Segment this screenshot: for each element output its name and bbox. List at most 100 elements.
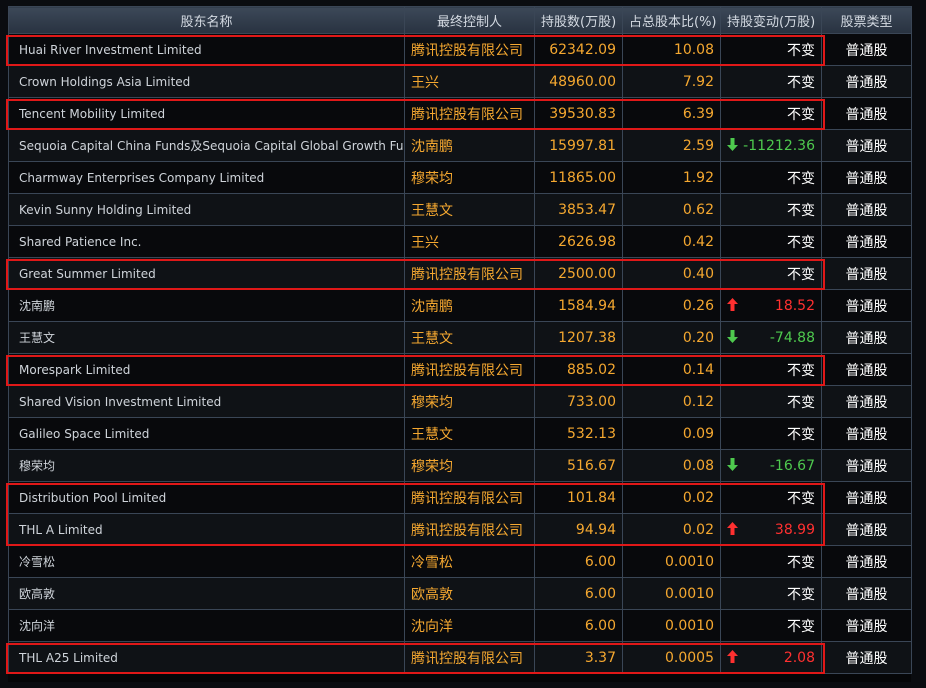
ultimate-controller: 穆荣均 [404, 449, 535, 482]
table-row[interactable]: Crown Holdings Asia Limited 王兴 48960.00 7.9… [8, 65, 912, 98]
shares-held: 2500.00 [534, 257, 623, 290]
share-change-cell: 38.99 [720, 513, 822, 546]
share-change: 不变 [787, 554, 815, 571]
share-change: 不变 [787, 234, 815, 251]
shareholder-name: 欧高敦 [8, 577, 405, 610]
ultimate-controller: 沈向洋 [404, 609, 535, 642]
shareholder-name: Kevin Sunny Holding Limited [8, 193, 405, 226]
ultimate-controller: 腾讯控股有限公司 [404, 353, 535, 386]
share-change: 不变 [787, 490, 815, 507]
share-change-cell: 不变 [720, 609, 822, 642]
table-row[interactable]: THL A Limited 腾讯控股有限公司 94.94 0.02 38.99 普通股 [8, 513, 912, 546]
share-type: 普通股 [821, 353, 912, 386]
table-row[interactable]: Huai River Investment Limited 腾讯控股有限公司 623… [8, 33, 912, 66]
shareholder-name: 沈南鹏 [8, 289, 405, 322]
table-row[interactable]: 沈南鹏 沈南鹏 1584.94 0.26 18.52 普通股 [8, 289, 912, 322]
share-ratio: 0.26 [622, 289, 721, 322]
share-type: 普通股 [821, 513, 912, 546]
shares-held: 516.67 [534, 449, 623, 482]
table-row[interactable]: Charmway Enterprises Company Limited 穆荣均 1… [8, 161, 912, 194]
share-ratio: 10.08 [622, 33, 721, 66]
shareholder-name: THL A25 Limited [8, 641, 405, 674]
table-row[interactable]: 王慧文 王慧文 1207.38 0.20 -74.88 普通股 [8, 321, 912, 354]
share-change: -11212.36 [743, 137, 815, 154]
shareholder-table: 股东名称 最终控制人 持股数(万股) 占总股本比(%) 持股变动(万股) 股票类… [8, 6, 912, 674]
arrow-down-icon [727, 330, 738, 344]
shareholder-name: Galileo Space Limited [8, 417, 405, 450]
table-row[interactable]: Galileo Space Limited 王慧文 532.13 0.09 不变 普通股 [8, 417, 912, 450]
table-row[interactable]: 穆荣均 穆荣均 516.67 0.08 -16.67 普通股 [8, 449, 912, 482]
share-change: 18.52 [774, 297, 815, 314]
ultimate-controller: 王慧文 [404, 193, 535, 226]
table-row[interactable]: 欧高敦 欧高敦 6.00 0.0010 不变 普通股 [8, 577, 912, 610]
table-row[interactable]: THL A25 Limited 腾讯控股有限公司 3.37 0.0005 2.08 普通股 [8, 641, 912, 674]
shareholder-name: Tencent Mobility Limited [8, 97, 405, 130]
shares-held: 532.13 [534, 417, 623, 450]
share-ratio: 0.42 [622, 225, 721, 258]
share-ratio: 1.92 [622, 161, 721, 194]
table-row[interactable]: 沈向洋 沈向洋 6.00 0.0010 不变 普通股 [8, 609, 912, 642]
shares-held: 885.02 [534, 353, 623, 386]
share-type: 普通股 [821, 545, 912, 578]
share-type: 普通股 [821, 609, 912, 642]
header-share-type[interactable]: 股票类型 [821, 6, 912, 34]
share-type: 普通股 [821, 33, 912, 66]
share-change: 不变 [787, 426, 815, 443]
ultimate-controller: 腾讯控股有限公司 [404, 257, 535, 290]
arrow-down-icon [727, 458, 738, 472]
share-ratio: 0.0010 [622, 545, 721, 578]
share-change: 不变 [787, 202, 815, 219]
shareholder-name: Shared Patience Inc. [8, 225, 405, 258]
ultimate-controller: 沈南鹏 [404, 129, 535, 162]
shareholder-name: 冷雪松 [8, 545, 405, 578]
header-share-change[interactable]: 持股变动(万股) [720, 6, 822, 34]
share-change: 2.08 [783, 649, 815, 666]
shares-held: 62342.09 [534, 33, 623, 66]
header-shareholder-name[interactable]: 股东名称 [8, 6, 405, 34]
share-change-cell: -16.67 [720, 449, 822, 482]
share-change-cell: 2.08 [720, 641, 822, 674]
table-row[interactable]: Tencent Mobility Limited 腾讯控股有限公司 39530.83… [8, 97, 912, 130]
table-row[interactable]: 冷雪松 冷雪松 6.00 0.0010 不变 普通股 [8, 545, 912, 578]
table-row[interactable]: Shared Vision Investment Limited 穆荣均 733.0… [8, 385, 912, 418]
shareholder-name: Morespark Limited [8, 353, 405, 386]
table-row[interactable]: Morespark Limited 腾讯控股有限公司 885.02 0.14 不变 普通股 [8, 353, 912, 386]
share-type: 普通股 [821, 161, 912, 194]
header-shares-held[interactable]: 持股数(万股) [534, 6, 623, 34]
ultimate-controller: 腾讯控股有限公司 [404, 641, 535, 674]
table-row[interactable]: Distribution Pool Limited 腾讯控股有限公司 101.84 0… [8, 481, 912, 514]
shares-held: 39530.83 [534, 97, 623, 130]
share-ratio: 0.14 [622, 353, 721, 386]
share-ratio: 0.0010 [622, 609, 721, 642]
share-ratio: 0.62 [622, 193, 721, 226]
shares-held: 6.00 [534, 609, 623, 642]
table-row[interactable]: Kevin Sunny Holding Limited 王慧文 3853.47 0.6… [8, 193, 912, 226]
shareholder-name: Crown Holdings Asia Limited [8, 65, 405, 98]
ultimate-controller: 腾讯控股有限公司 [404, 33, 535, 66]
share-change: 38.99 [774, 521, 815, 538]
shares-held: 733.00 [534, 385, 623, 418]
share-ratio: 0.20 [622, 321, 721, 354]
share-change-cell: 不变 [720, 577, 822, 610]
shareholder-name: Charmway Enterprises Company Limited [8, 161, 405, 194]
header-share-ratio[interactable]: 占总股本比(%) [622, 6, 721, 34]
shareholder-name: Sequoia Capital China Funds及Sequoia Capi… [8, 129, 405, 162]
shareholder-name: Shared Vision Investment Limited [8, 385, 405, 418]
share-change: -74.88 [769, 329, 815, 346]
shareholder-panel: 股东名称 最终控制人 持股数(万股) 占总股本比(%) 持股变动(万股) 股票类… [5, 6, 912, 682]
share-change-cell: 不变 [720, 97, 822, 130]
share-type: 普通股 [821, 129, 912, 162]
shares-held: 6.00 [534, 545, 623, 578]
shareholder-name: 穆荣均 [8, 449, 405, 482]
share-ratio: 0.0005 [622, 641, 721, 674]
header-ultimate-controller[interactable]: 最终控制人 [404, 6, 535, 34]
shares-held: 11865.00 [534, 161, 623, 194]
table-row[interactable]: Shared Patience Inc. 王兴 2626.98 0.42 不变 普通股 [8, 225, 912, 258]
arrow-down-icon [727, 138, 738, 152]
table-row[interactable]: Sequoia Capital China Funds及Sequoia Capi… [8, 129, 912, 162]
shareholder-name: Great Summer Limited [8, 257, 405, 290]
share-ratio: 6.39 [622, 97, 721, 130]
shares-held: 48960.00 [534, 65, 623, 98]
share-type: 普通股 [821, 385, 912, 418]
table-row[interactable]: Great Summer Limited 腾讯控股有限公司 2500.00 0.40 不… [8, 257, 912, 290]
